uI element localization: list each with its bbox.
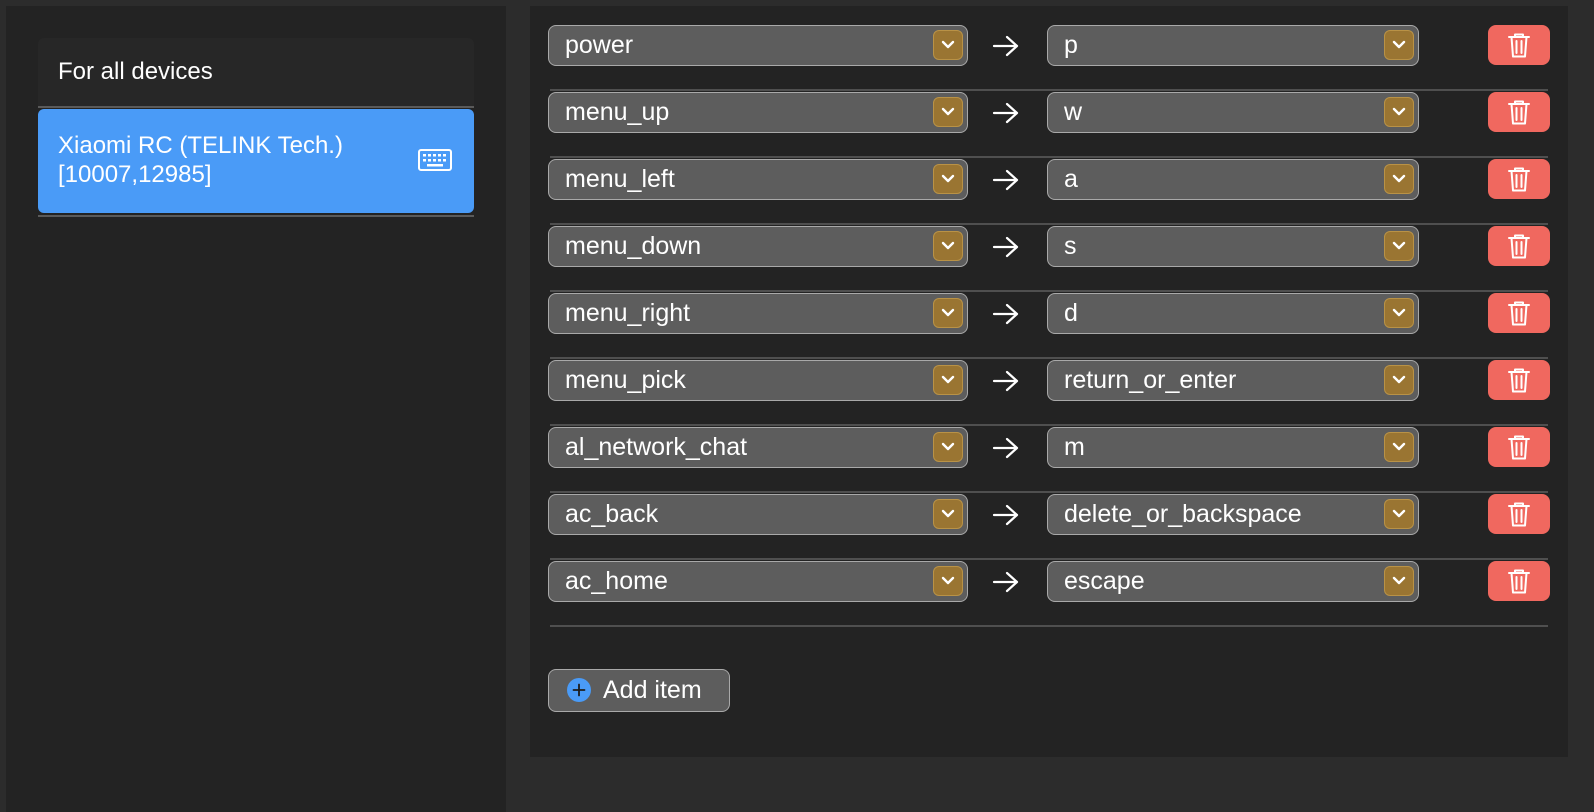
to-key-select[interactable]: a <box>1047 159 1419 200</box>
arrow-right-icon <box>992 437 1019 459</box>
chevron-down-icon <box>933 97 963 127</box>
chevron-down-icon <box>1384 566 1414 596</box>
device-item-all-label: For all devices <box>58 58 213 85</box>
chevron-down-icon <box>1384 97 1414 127</box>
from-key-value: al_network_chat <box>565 433 748 461</box>
to-key-select[interactable]: delete_or_backspace <box>1047 494 1419 535</box>
to-key-select[interactable]: return_or_enter <box>1047 360 1419 401</box>
device-name-line2: [10007,12985] <box>58 161 212 188</box>
delete-button[interactable] <box>1488 92 1550 132</box>
arrow-right-icon <box>992 35 1019 57</box>
from-key-value: ac_back <box>565 500 659 528</box>
mapping-row: power p <box>548 24 1550 91</box>
mapping-row: al_network_chat m <box>548 426 1550 493</box>
delete-button[interactable] <box>1488 494 1550 534</box>
add-item-label: Add item <box>603 676 702 704</box>
delete-button[interactable] <box>1488 226 1550 266</box>
arrow-right-icon <box>992 102 1019 124</box>
mapping-list: power p menu_up w menu_left a menu_down s menu_r… <box>548 24 1550 627</box>
mapping-row: menu_down s <box>548 225 1550 292</box>
arrow-right-icon <box>992 571 1019 593</box>
to-key-value: return_or_enter <box>1064 366 1237 394</box>
chevron-down-icon <box>933 499 963 529</box>
chevron-down-icon <box>1384 30 1414 60</box>
from-key-select[interactable]: menu_right <box>548 293 968 334</box>
from-key-select[interactable]: menu_pick <box>548 360 968 401</box>
from-key-select[interactable]: menu_left <box>548 159 968 200</box>
arrow-right-icon <box>992 504 1019 526</box>
delete-button[interactable] <box>1488 293 1550 333</box>
mapping-row: ac_home escape <box>548 560 1550 627</box>
chevron-down-icon <box>933 231 963 261</box>
to-key-value: p <box>1064 31 1078 59</box>
arrow-right-icon <box>992 169 1019 191</box>
from-key-value: menu_pick <box>565 366 686 394</box>
from-key-value: ac_home <box>565 567 668 595</box>
chevron-down-icon <box>933 432 963 462</box>
chevron-down-icon <box>1384 164 1414 194</box>
chevron-down-icon <box>933 164 963 194</box>
mapping-row: ac_back delete_or_backspace <box>548 493 1550 560</box>
device-list: For all devices Xiaomi RC (TELINK Tech.)… <box>38 38 474 217</box>
mapping-row: menu_right d <box>548 292 1550 359</box>
from-key-value: menu_right <box>565 299 691 327</box>
arrow-right-icon <box>992 303 1019 325</box>
to-key-select[interactable]: w <box>1047 92 1419 133</box>
plus-circle-icon <box>567 678 591 702</box>
from-key-value: power <box>565 31 634 59</box>
arrow-right-icon <box>992 236 1019 258</box>
to-key-value: m <box>1064 433 1085 461</box>
to-key-value: a <box>1064 165 1078 193</box>
divider <box>38 106 474 108</box>
to-key-select[interactable]: m <box>1047 427 1419 468</box>
device-name-line1: Xiaomi RC (TELINK Tech.) <box>58 132 343 159</box>
from-key-value: menu_up <box>565 98 670 126</box>
from-key-select[interactable]: ac_home <box>548 561 968 602</box>
to-key-value: d <box>1064 299 1078 327</box>
chevron-down-icon <box>1384 499 1414 529</box>
chevron-down-icon <box>933 30 963 60</box>
mapping-row: menu_up w <box>548 91 1550 158</box>
device-sidebar: For all devices Xiaomi RC (TELINK Tech.)… <box>6 6 506 812</box>
to-key-value: delete_or_backspace <box>1064 500 1302 528</box>
from-key-select[interactable]: al_network_chat <box>548 427 968 468</box>
chevron-down-icon <box>933 298 963 328</box>
chevron-down-icon <box>933 566 963 596</box>
arrow-right-icon <box>992 370 1019 392</box>
to-key-select[interactable]: s <box>1047 226 1419 267</box>
delete-button[interactable] <box>1488 561 1550 601</box>
to-key-select[interactable]: p <box>1047 25 1419 66</box>
chevron-down-icon <box>1384 432 1414 462</box>
mapping-row: menu_pick return_or_enter <box>548 359 1550 426</box>
mapping-row: menu_left a <box>548 158 1550 225</box>
to-key-value: w <box>1064 98 1083 126</box>
mapping-panel: power p menu_up w menu_left a menu_down s menu_r… <box>530 6 1568 757</box>
chevron-down-icon <box>1384 231 1414 261</box>
divider <box>38 215 474 217</box>
add-item-button[interactable]: Add item <box>548 669 730 712</box>
chevron-down-icon <box>1384 298 1414 328</box>
from-key-value: menu_left <box>565 165 675 193</box>
from-key-select[interactable]: menu_up <box>548 92 968 133</box>
from-key-value: menu_down <box>565 232 702 260</box>
device-item-all[interactable]: For all devices <box>38 38 474 106</box>
chevron-down-icon <box>1384 365 1414 395</box>
to-key-value: s <box>1064 232 1077 260</box>
to-key-select[interactable]: d <box>1047 293 1419 334</box>
from-key-select[interactable]: power <box>548 25 968 66</box>
keyboard-icon <box>418 149 452 171</box>
chevron-down-icon <box>933 365 963 395</box>
from-key-select[interactable]: menu_down <box>548 226 968 267</box>
delete-button[interactable] <box>1488 25 1550 65</box>
delete-button[interactable] <box>1488 360 1550 400</box>
delete-button[interactable] <box>1488 427 1550 467</box>
delete-button[interactable] <box>1488 159 1550 199</box>
to-key-select[interactable]: escape <box>1047 561 1419 602</box>
device-item-selected[interactable]: Xiaomi RC (TELINK Tech.) [10007,12985] <box>38 109 474 213</box>
to-key-value: escape <box>1064 567 1145 595</box>
from-key-select[interactable]: ac_back <box>548 494 968 535</box>
